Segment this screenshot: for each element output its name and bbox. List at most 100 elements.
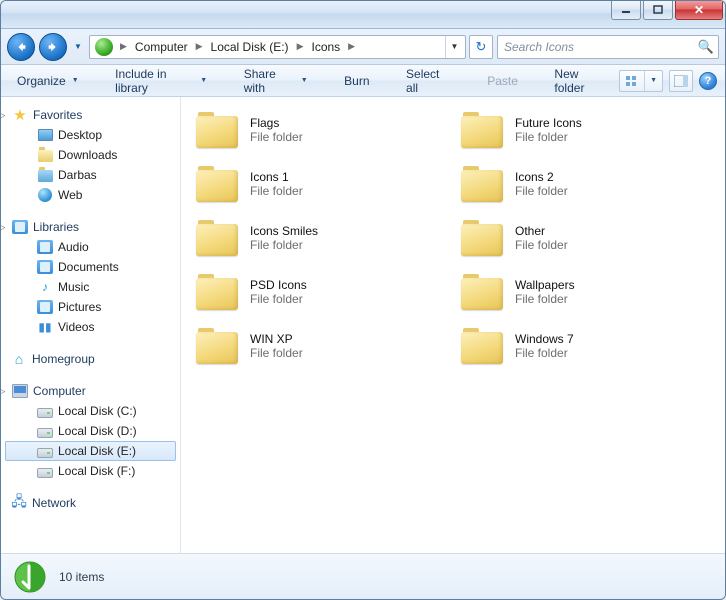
folder-icon xyxy=(38,150,53,162)
file-type: File folder xyxy=(515,184,568,198)
sidebar-item-desktop[interactable]: Desktop xyxy=(5,125,176,145)
sidebar-item-drive-f[interactable]: Local Disk (F:) xyxy=(5,461,176,481)
sidebar-item-pictures[interactable]: Pictures xyxy=(5,297,176,317)
file-type: File folder xyxy=(250,238,318,252)
file-name: Wallpapers xyxy=(515,278,575,292)
sidebar-item-documents[interactable]: Documents xyxy=(5,257,176,277)
collapse-icon[interactable]: ▷ xyxy=(1,386,7,397)
burn-button[interactable]: Burn xyxy=(336,70,377,92)
chevron-right-icon[interactable]: ▶ xyxy=(293,36,308,58)
refresh-button[interactable]: ↻ xyxy=(469,35,493,59)
homegroup-icon: ⌂ xyxy=(11,351,27,367)
view-options-button[interactable]: ▼ xyxy=(619,70,663,92)
file-list[interactable]: Flags File folder Future Icons File fold… xyxy=(181,97,725,553)
close-button[interactable]: ✕ xyxy=(675,0,723,20)
forward-button[interactable] xyxy=(39,33,67,61)
file-item[interactable]: Future Icons File folder xyxy=(456,107,711,153)
file-name: Icons 1 xyxy=(250,170,303,184)
breadcrumb-segment[interactable]: Local Disk (E:) xyxy=(207,36,293,58)
file-name: Flags xyxy=(250,116,303,130)
folder-icon xyxy=(459,272,505,312)
library-icon xyxy=(37,300,53,314)
navigation-pane[interactable]: ▷★Favorites Desktop Downloads Darbas Web… xyxy=(1,97,181,553)
file-item[interactable]: PSD Icons File folder xyxy=(191,269,446,315)
back-button[interactable] xyxy=(7,33,35,61)
star-icon: ★ xyxy=(12,107,28,123)
navigation-bar: ▼ ▶ Computer ▶ Local Disk (E:) ▶ Icons ▶… xyxy=(1,29,725,65)
breadcrumb-segment[interactable]: Computer xyxy=(131,36,192,58)
recent-pages-dropdown[interactable]: ▼ xyxy=(71,37,85,57)
folder-icon xyxy=(194,110,240,150)
video-icon: ▮▮ xyxy=(37,319,53,335)
search-input[interactable] xyxy=(502,39,698,55)
maximize-button[interactable] xyxy=(643,0,673,20)
file-type: File folder xyxy=(515,346,574,360)
desktop-icon xyxy=(38,129,53,141)
chevron-right-icon[interactable]: ▶ xyxy=(344,36,359,58)
file-item[interactable]: Icons Smiles File folder xyxy=(191,215,446,261)
sidebar-homegroup[interactable]: ⌂Homegroup xyxy=(5,349,176,369)
search-icon[interactable]: 🔍 xyxy=(698,39,714,55)
share-with-button[interactable]: Share with▼ xyxy=(236,63,316,99)
preview-pane-button[interactable] xyxy=(669,70,693,92)
sidebar-item-music[interactable]: ♪Music xyxy=(5,277,176,297)
folder-icon xyxy=(459,218,505,258)
file-item[interactable]: Flags File folder xyxy=(191,107,446,153)
file-name: PSD Icons xyxy=(250,278,307,292)
drive-icon xyxy=(37,468,53,478)
file-item[interactable]: Windows 7 File folder xyxy=(456,323,711,369)
sidebar-network[interactable]: 🖧Network xyxy=(5,493,176,513)
minimize-button[interactable] xyxy=(611,0,641,20)
sidebar-item-darbas[interactable]: Darbas xyxy=(5,165,176,185)
file-item[interactable]: Icons 2 File folder xyxy=(456,161,711,207)
folder-icon xyxy=(38,170,53,182)
file-name: WIN XP xyxy=(250,332,303,346)
file-item[interactable]: Icons 1 File folder xyxy=(191,161,446,207)
sidebar-libraries-header[interactable]: ▷Libraries xyxy=(5,217,176,237)
chevron-right-icon[interactable]: ▶ xyxy=(116,36,131,58)
new-folder-button[interactable]: New folder xyxy=(546,63,615,99)
search-box[interactable]: 🔍 xyxy=(497,35,719,59)
sidebar-item-drive-d[interactable]: Local Disk (D:) xyxy=(5,421,176,441)
collapse-icon[interactable]: ▷ xyxy=(1,222,7,233)
file-type: File folder xyxy=(250,292,307,306)
file-type: File folder xyxy=(250,346,303,360)
collapse-icon[interactable]: ▷ xyxy=(1,110,7,121)
sidebar-item-downloads[interactable]: Downloads xyxy=(5,145,176,165)
file-name: Other xyxy=(515,224,568,238)
file-type: File folder xyxy=(515,292,575,306)
library-icon xyxy=(37,260,53,274)
view-dropdown-icon[interactable]: ▼ xyxy=(645,71,662,91)
sidebar-item-web[interactable]: Web xyxy=(5,185,176,205)
file-type: File folder xyxy=(515,130,582,144)
globe-icon xyxy=(38,188,52,202)
folder-icon xyxy=(194,272,240,312)
breadcrumb-segment[interactable]: Icons xyxy=(307,36,344,58)
organize-button[interactable]: Organize▼ xyxy=(9,70,87,92)
address-history-dropdown[interactable]: ▼ xyxy=(445,36,463,58)
file-name: Windows 7 xyxy=(515,332,574,346)
file-item[interactable]: Wallpapers File folder xyxy=(456,269,711,315)
file-type: File folder xyxy=(515,238,568,252)
sidebar-computer-header[interactable]: ▷Computer xyxy=(5,381,176,401)
file-type: File folder xyxy=(250,130,303,144)
music-icon: ♪ xyxy=(37,279,53,295)
drive-icon xyxy=(37,448,53,458)
file-item[interactable]: WIN XP File folder xyxy=(191,323,446,369)
address-bar[interactable]: ▶ Computer ▶ Local Disk (E:) ▶ Icons ▶ ▼ xyxy=(89,35,466,59)
folder-icon xyxy=(194,218,240,258)
select-all-button[interactable]: Select all xyxy=(398,63,459,99)
help-button[interactable]: ? xyxy=(699,72,717,90)
sidebar-item-drive-c[interactable]: Local Disk (C:) xyxy=(5,401,176,421)
file-name: Icons Smiles xyxy=(250,224,318,238)
paste-button: Paste xyxy=(479,70,526,92)
sidebar-item-videos[interactable]: ▮▮Videos xyxy=(5,317,176,337)
file-item[interactable]: Other File folder xyxy=(456,215,711,261)
titlebar[interactable]: ✕ xyxy=(1,1,725,29)
sidebar-favorites-header[interactable]: ▷★Favorites xyxy=(5,105,176,125)
file-type: File folder xyxy=(250,184,303,198)
sidebar-item-audio[interactable]: Audio xyxy=(5,237,176,257)
include-in-library-button[interactable]: Include in library▼ xyxy=(107,63,215,99)
chevron-right-icon[interactable]: ▶ xyxy=(192,36,207,58)
sidebar-item-drive-e[interactable]: Local Disk (E:) xyxy=(5,441,176,461)
